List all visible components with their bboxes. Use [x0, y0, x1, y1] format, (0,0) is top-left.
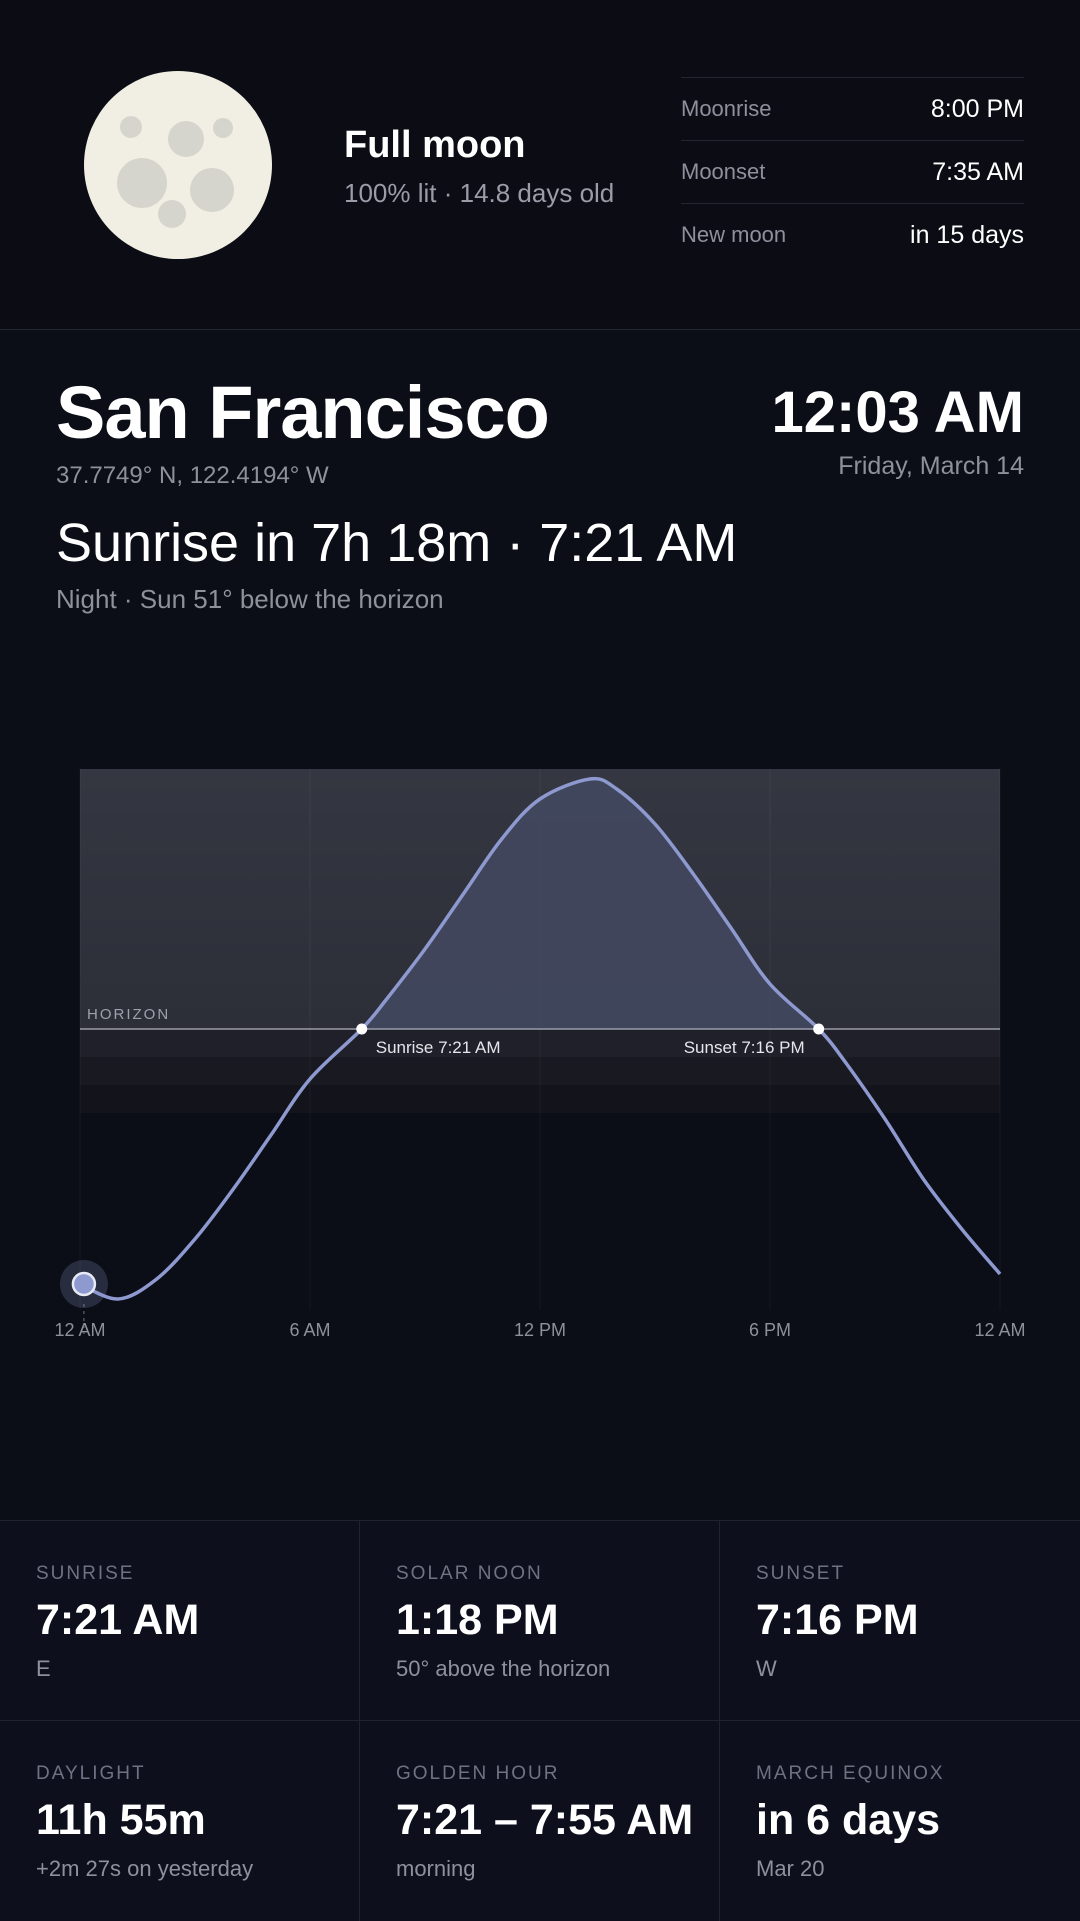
- sunrise-marker: [356, 1023, 368, 1035]
- x-tick-label: 12 AM: [974, 1320, 1025, 1340]
- stat-label: SOLAR NOON: [396, 1563, 543, 1584]
- moonset-value: 7:35 AM: [932, 157, 1024, 186]
- stat-label: MARCH EQUINOX: [756, 1763, 945, 1784]
- stat-value: 1:18 PM: [396, 1596, 559, 1644]
- x-tick-label: 12 AM: [54, 1320, 105, 1340]
- stat-value: 7:21 – 7:55 AM: [396, 1796, 694, 1844]
- stat-sub: +2m 27s on yesterday: [36, 1856, 254, 1882]
- sunrise-countdown: Sunrise in 7h 18m · 7:21 AM: [56, 513, 738, 573]
- x-tick-label: 12 PM: [514, 1320, 566, 1340]
- stat-solar-noon: SOLAR NOON 1:18 PM 50° above the horizon: [360, 1521, 720, 1721]
- stat-sub: 50° above the horizon: [396, 1656, 611, 1682]
- new-moon-value: in 15 days: [910, 220, 1024, 249]
- new-moon-label: New moon: [681, 222, 787, 247]
- moon-phase-title: Full moon: [344, 124, 526, 166]
- stat-label: SUNRISE: [36, 1563, 135, 1584]
- stat-label: GOLDEN HOUR: [396, 1763, 560, 1784]
- moon-phase-details: 100% lit · 14.8 days old: [344, 178, 615, 208]
- moonrise-label: Moonrise: [681, 96, 772, 121]
- sunset-marker: [813, 1023, 825, 1035]
- x-tick-label: 6 AM: [289, 1320, 330, 1340]
- stat-value: 7:21 AM: [36, 1596, 200, 1644]
- moonset-label: Moonset: [681, 159, 766, 184]
- stat-sunset: SUNSET 7:16 PM W: [720, 1521, 1080, 1721]
- x-tick-label: 6 PM: [749, 1320, 791, 1340]
- sun-status: Night · Sun 51° below the horizon: [56, 584, 444, 614]
- location-name: San Francisco: [56, 371, 550, 454]
- stat-sub: W: [756, 1656, 777, 1682]
- moon-times-table: Moonrise 8:00 PM Moonset 7:35 AM New moo…: [681, 77, 1024, 266]
- sunset-marker-label: Sunset 7:16 PM: [684, 1038, 805, 1057]
- horizon-label: HORIZON: [87, 1006, 170, 1023]
- sunrise-marker-label: Sunrise 7:21 AM: [376, 1038, 501, 1057]
- moonrise-value: 8:00 PM: [930, 94, 1024, 123]
- current-time: 12:03 AM: [771, 380, 1024, 445]
- stat-value: 11h 55m: [36, 1796, 206, 1844]
- current-date: Friday, March 14: [838, 452, 1024, 480]
- sun-stats-grid: SUNRISE 7:21 AM E SOLAR NOON 1:18 PM 50°…: [0, 1520, 1080, 1921]
- x-axis-ticks: 12 AM 6 AM 12 PM 6 PM 12 AM: [54, 1320, 1025, 1340]
- stat-daylight: DAYLIGHT 11h 55m +2m 27s on yesterday: [0, 1721, 360, 1921]
- location-coordinates: 37.7749° N, 122.4194° W: [56, 462, 329, 489]
- current-sun-dot: [71, 1271, 97, 1297]
- moonset-row: Moonset 7:35 AM: [681, 141, 1024, 204]
- moonrise-row: Moonrise 8:00 PM: [681, 78, 1024, 141]
- stat-value: 7:16 PM: [756, 1596, 919, 1644]
- stat-label: SUNSET: [756, 1563, 846, 1584]
- new-moon-row: New moon in 15 days: [681, 204, 1024, 266]
- stat-label: DAYLIGHT: [36, 1763, 146, 1784]
- moon-panel: Full moon 100% lit · 14.8 days old Moonr…: [0, 0, 1080, 330]
- stat-value: in 6 days: [756, 1796, 941, 1844]
- sun-elevation-chart: HORIZON Sunrise 7:21 AM Sunset 7:16 PM 12…: [54, 769, 1026, 1340]
- stat-march-equinox: MARCH EQUINOX in 6 days Mar 20: [720, 1721, 1080, 1921]
- stat-sub: Mar 20: [756, 1856, 825, 1882]
- stat-sub: E: [36, 1656, 51, 1682]
- stat-sub: morning: [396, 1856, 476, 1882]
- stat-golden-hour: GOLDEN HOUR 7:21 – 7:55 AM morning: [360, 1721, 720, 1921]
- full-moon-icon: [84, 71, 272, 259]
- stat-sunrise: SUNRISE 7:21 AM E: [0, 1521, 360, 1721]
